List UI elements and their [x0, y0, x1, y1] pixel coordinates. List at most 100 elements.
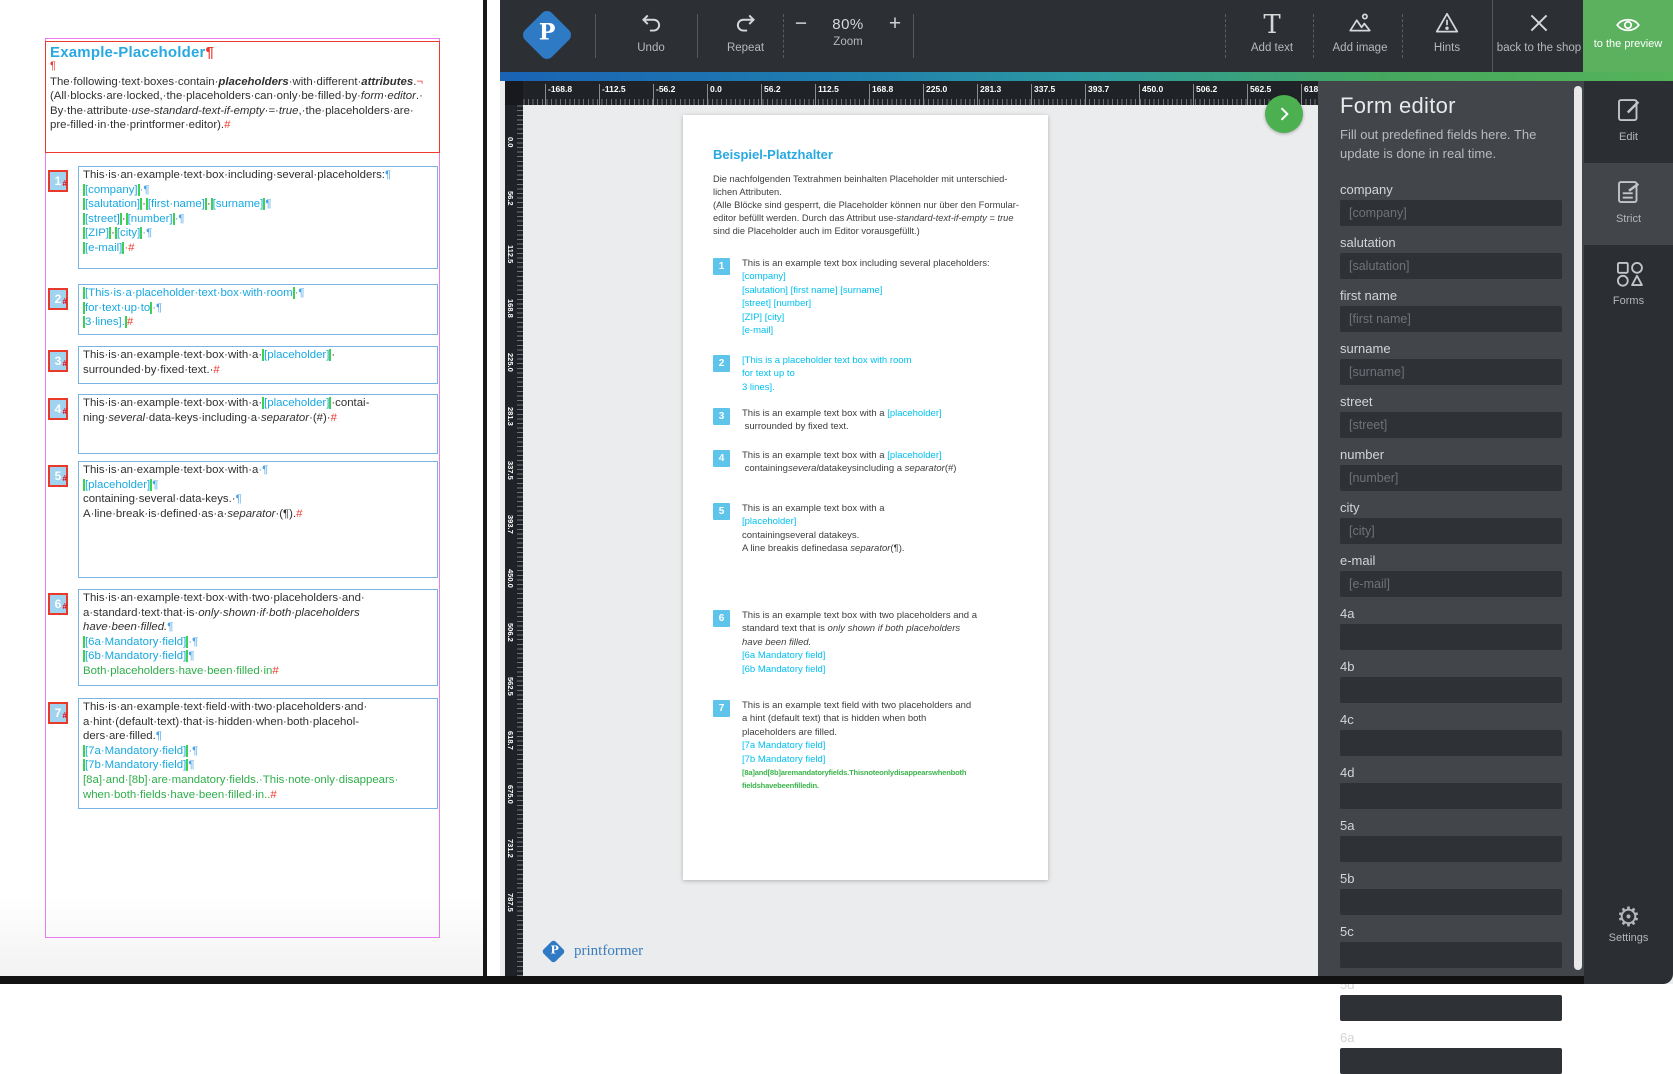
- progress-gradient-bar: [500, 72, 1673, 81]
- sidebar-tab-strict[interactable]: Strict: [1584, 163, 1673, 245]
- form-field-input-5b[interactable]: [1340, 889, 1562, 915]
- text-line: This is an example text box with a [plac…: [742, 408, 942, 419]
- form-field-input-first-name[interactable]: [1340, 306, 1562, 332]
- text-line: (Alle Blöcke sind gesperrt, die Placehol…: [713, 200, 1019, 210]
- text-line: This is an example text field with two p…: [742, 700, 972, 711]
- text-line: [6a Mandatory field]: [742, 650, 826, 662]
- add-image-button[interactable]: Add image: [1318, 0, 1402, 72]
- form-field-input-6a[interactable]: [1340, 1048, 1562, 1074]
- artwork-text-block-3[interactable]: 3 This is an example text box with a [pla…: [713, 407, 1033, 434]
- vertical-ruler: 0.0 56.2 112.5 168.8 225.0 281.3 337.5 393.7 450…: [505, 105, 523, 976]
- text-frame-badge-1: 1 #: [48, 170, 68, 192]
- sidebar-tab-label: Strict: [1615, 213, 1642, 225]
- form-field-label: 5b: [1340, 871, 1355, 886]
- locked-text-frame-6: This·is·an·example·text·box·with·two·pla…: [78, 589, 438, 686]
- artwork-text-block-2[interactable]: 2 [This is a placeholder text box with ro…: [713, 354, 1033, 394]
- form-field-input-4a[interactable]: [1340, 624, 1562, 650]
- pilcrow-mark: ¶: [50, 60, 56, 72]
- text-line: have been filled.: [742, 636, 812, 648]
- text-frame-badge-6: 6 #: [48, 593, 68, 615]
- zoom-in-button[interactable]: +: [883, 12, 907, 36]
- form-field-input-5c[interactable]: [1340, 942, 1562, 968]
- form-field-label: company: [1340, 182, 1393, 197]
- text-line: [salutation] [first name] [surname]: [742, 284, 883, 296]
- text-line: [ZIP] [city]: [742, 311, 785, 323]
- locked-text-frame-4: This·is·an·example·text·box·with·a· [plac…: [78, 394, 438, 454]
- form-panel-scrollbar[interactable]: [1574, 86, 1582, 970]
- form-field-input-street[interactable]: [1340, 412, 1562, 438]
- form-field-input-4d[interactable]: [1340, 783, 1562, 809]
- sidebar-tab-forms[interactable]: Forms: [1584, 245, 1673, 327]
- text-line: a hint (default text) that is hidden whe…: [742, 713, 927, 725]
- text-line: A·line·break·is·defined·as·a·separator·(…: [83, 507, 303, 520]
- text-line: standard text that is only shown if both…: [742, 623, 961, 635]
- block-number-badge: 2: [713, 355, 730, 372]
- text-line: This is an example text box with two pla…: [742, 610, 977, 621]
- ruler-label: 393.7: [506, 515, 515, 534]
- artwork-text-block-7[interactable]: 7 This is an example text field with two …: [713, 699, 1033, 793]
- artwork-text-block-1[interactable]: 1 This is an example text box including s…: [713, 257, 1033, 337]
- back-to-shop-button[interactable]: back to the shop: [1496, 0, 1582, 72]
- form-field-label: surname: [1340, 341, 1391, 356]
- artwork-text-block-6[interactable]: 6 This is an example text box with two pl…: [713, 609, 1033, 676]
- form-field-input-surname[interactable]: [1340, 359, 1562, 385]
- text-line: [6b·Mandatory·field] ¶: [83, 650, 195, 663]
- form-field-input-5a[interactable]: [1340, 836, 1562, 862]
- text-line: [6a·Mandatory·field] ·¶: [83, 635, 199, 648]
- form-field-input-5d[interactable]: [1340, 995, 1562, 1021]
- design-canvas[interactable]: Beispiel-Platzhalter Die nachfolgenden T…: [523, 95, 1318, 976]
- form-field-input-salutation[interactable]: [1340, 253, 1562, 279]
- form-editor-title: Form editor: [1340, 93, 1456, 118]
- ruler-label: 281.3: [976, 84, 1002, 105]
- form-field-input-4c[interactable]: [1340, 730, 1562, 756]
- ruler-label: 225.0: [506, 353, 515, 372]
- artwork-text-block-5[interactable]: 5 This is an example text box with a [plac…: [713, 502, 1033, 556]
- text-icon: T: [1263, 10, 1281, 40]
- repeat-button[interactable]: Repeat: [708, 0, 783, 72]
- text-line: [ZIP] · [city] ·¶: [83, 227, 153, 240]
- form-field-input-4b[interactable]: [1340, 677, 1562, 703]
- zoom-controls: − 80% + Zoom: [783, 0, 913, 72]
- redo-icon: [708, 0, 783, 40]
- form-field-4a: 4a: [1340, 604, 1562, 650]
- locked-text-frame-5: This·is·an·example·text·box·with·a·¶ [pla…: [78, 461, 438, 578]
- sidebar-tab-edit[interactable]: Edit: [1584, 81, 1673, 163]
- form-field-label: 5a: [1340, 818, 1355, 833]
- ruler-label: 562.5: [506, 677, 515, 696]
- form-field-label: first name: [1340, 288, 1398, 303]
- ruler-label: 562.5: [1246, 84, 1272, 105]
- settings-button[interactable]: ⚙ Settings: [1584, 902, 1673, 944]
- undo-button[interactable]: Undo: [606, 0, 696, 72]
- add-text-button[interactable]: T Add text: [1232, 0, 1312, 72]
- text-line: This·is·an·example·text·box·with·two·pla…: [83, 592, 365, 604]
- page-outline: Example-Placeholder¶ ¶ The·following·tex…: [45, 38, 440, 938]
- form-field-input-city[interactable]: [1340, 518, 1562, 544]
- collapse-form-panel-button[interactable]: [1265, 95, 1303, 133]
- right-sidebar: Edit Strict Forms ⚙ Settings: [1584, 81, 1673, 984]
- form-field-company: company: [1340, 180, 1562, 226]
- horizontal-ruler: -168.8 -112.5 -56.2 0.0 56.2 112.5 168.8 225.0 2…: [505, 81, 1318, 105]
- artwork-title: Beispiel-Platzhalter: [713, 147, 833, 162]
- form-field-label: 5c: [1340, 924, 1354, 939]
- zoom-out-button[interactable]: −: [789, 12, 813, 36]
- form-field-input-company[interactable]: [1340, 200, 1562, 226]
- printformer-editor: P Undo Repeat − 80% + Zoom T Add text Ad…: [500, 0, 1673, 1074]
- text-line: [placeholder]: [742, 516, 797, 528]
- artwork-text-block-4[interactable]: 4 This is an example text box with a [pla…: [713, 449, 1033, 476]
- hints-button[interactable]: Hints: [1407, 0, 1487, 72]
- text-line: [7b Mandatory field]: [742, 753, 826, 765]
- form-field-street: street: [1340, 392, 1562, 438]
- form-field-e-mail: e-mail: [1340, 551, 1562, 597]
- text-line: ning·several·data-keys·including·a·separ…: [83, 411, 337, 424]
- text-line: [8a]and[8b]aremandatoryfields.Thisnoteon…: [742, 768, 967, 778]
- ruler-label: -168.8: [544, 84, 573, 105]
- text-line: [street] · [number] ·¶: [83, 212, 185, 225]
- text-line: a·hint·(default·text)·that·is·hidden·whe…: [83, 715, 360, 728]
- to-the-preview-button[interactable]: to the preview: [1583, 0, 1673, 72]
- ruler-label: 393.7: [1084, 84, 1110, 105]
- artwork-page[interactable]: Beispiel-Platzhalter Die nachfolgenden T…: [683, 115, 1048, 880]
- block-number-badge: 5: [713, 503, 730, 520]
- locked-text-frame-2: [This·is·a·placeholder·text·box·with·roo…: [78, 284, 438, 335]
- form-field-input-number[interactable]: [1340, 465, 1562, 491]
- form-field-input-e-mail[interactable]: [1340, 571, 1562, 597]
